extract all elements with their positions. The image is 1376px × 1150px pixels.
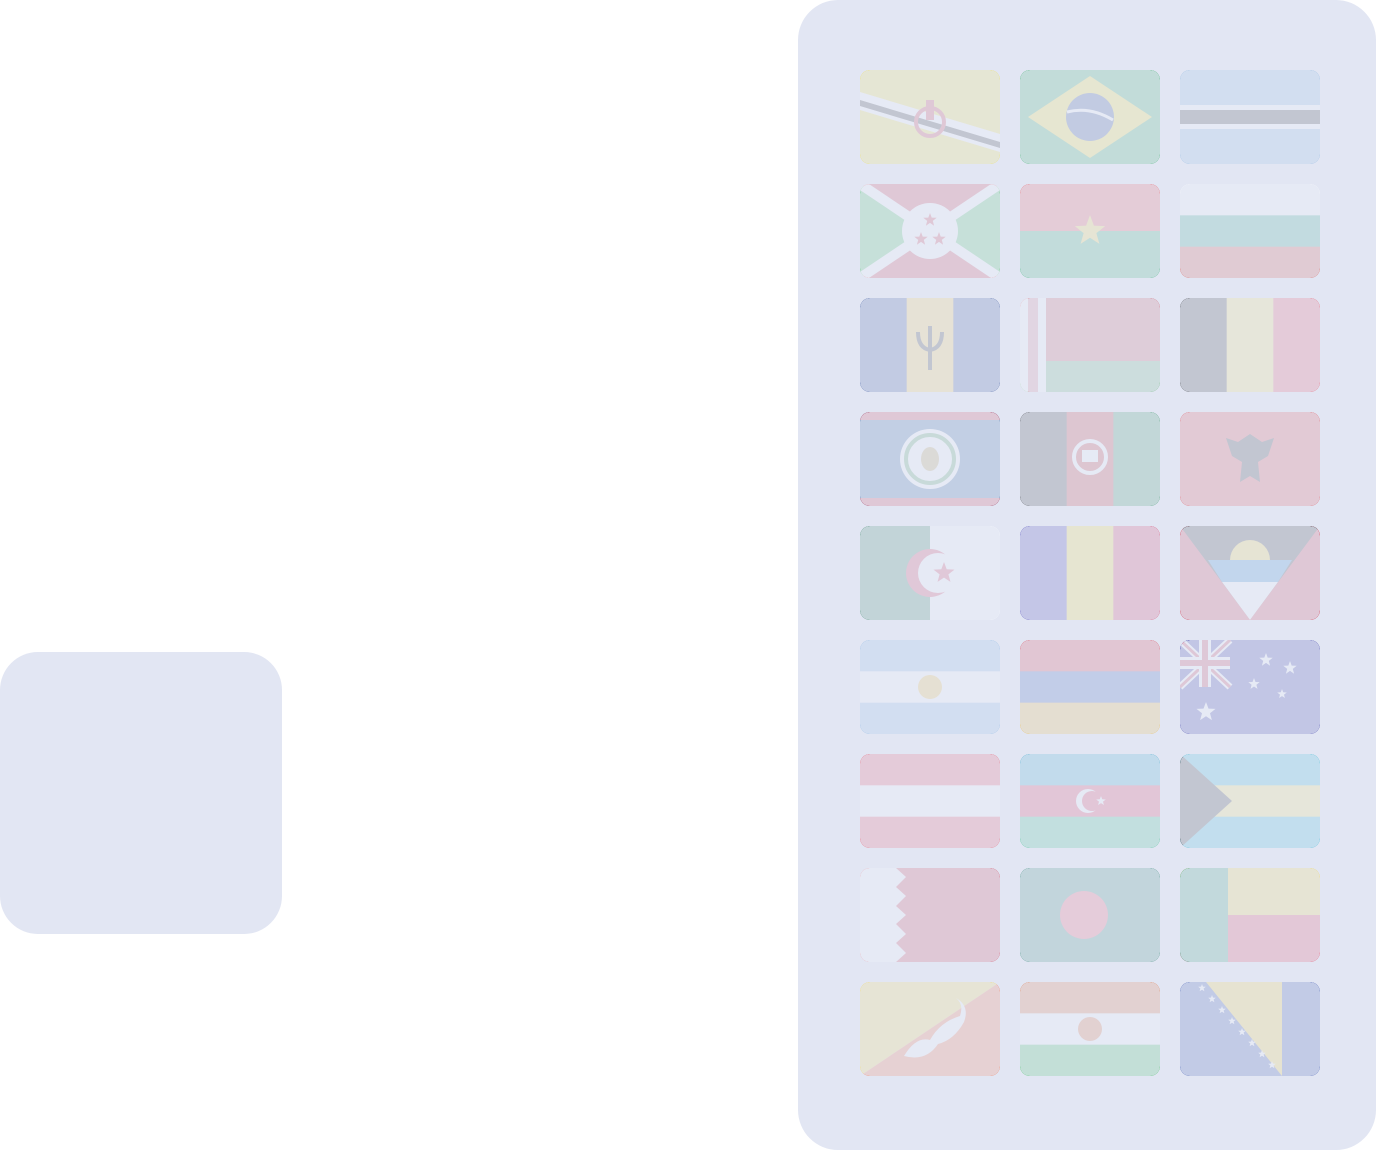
armenia-flag-icon[interactable] — [1020, 640, 1160, 734]
botswana-flag-icon[interactable] — [1180, 70, 1320, 164]
burkina-faso-flag-icon[interactable] — [1020, 184, 1160, 278]
drop-slot[interactable] — [0, 652, 282, 934]
bulgaria-flag-icon[interactable] — [1180, 184, 1320, 278]
flag-grid — [798, 0, 1376, 1150]
azerbaijan-flag-icon[interactable] — [1020, 754, 1160, 848]
bangladesh-flag-icon[interactable] — [1020, 868, 1160, 962]
brazil-flag-icon[interactable] — [1020, 70, 1160, 164]
austria-flag-icon[interactable] — [860, 754, 1000, 848]
belize-flag-icon[interactable] — [860, 412, 1000, 506]
brunei-flag-icon[interactable] — [860, 70, 1000, 164]
belgium-flag-icon[interactable] — [1180, 298, 1320, 392]
bosnia-and-herzegovina-flag-icon[interactable] — [1180, 982, 1320, 1076]
algeria-flag-icon[interactable] — [860, 526, 1000, 620]
bahamas-flag-icon[interactable] — [1180, 754, 1320, 848]
afghanistan-flag-icon[interactable] — [1020, 412, 1160, 506]
argentina-flag-icon[interactable] — [860, 640, 1000, 734]
albania-flag-icon[interactable] — [1180, 412, 1320, 506]
flag-picker-panel — [798, 0, 1376, 1150]
niger-flag-icon[interactable] — [1020, 982, 1160, 1076]
burundi-flag-icon[interactable] — [860, 184, 1000, 278]
benin-flag-icon[interactable] — [1180, 868, 1320, 962]
bhutan-flag-icon[interactable] — [860, 982, 1000, 1076]
andorra-flag-icon[interactable] — [1020, 526, 1160, 620]
bahrain-flag-icon[interactable] — [860, 868, 1000, 962]
barbados-flag-icon[interactable] — [860, 298, 1000, 392]
antigua-and-barbuda-flag-icon[interactable] — [1180, 526, 1320, 620]
australia-flag-icon[interactable] — [1180, 640, 1320, 734]
belarus-flag-icon[interactable] — [1020, 298, 1160, 392]
